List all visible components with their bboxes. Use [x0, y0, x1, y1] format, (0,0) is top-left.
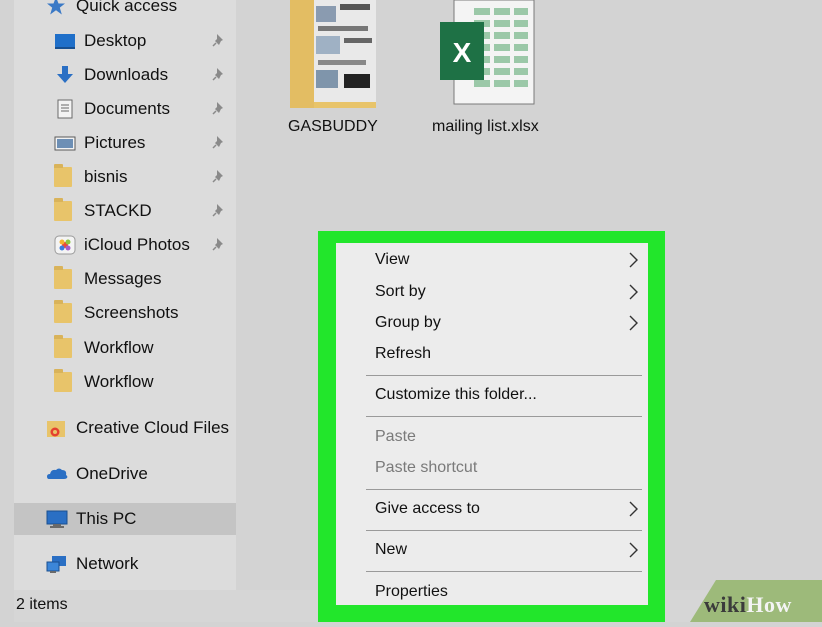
folder-icon: [54, 198, 72, 221]
excel-file-icon: X: [434, 0, 540, 106]
menu-item-group-by[interactable]: Group by: [375, 314, 441, 332]
sidebar-item-downloads[interactable]: Downloads: [14, 59, 272, 91]
pin-icon[interactable]: [212, 202, 226, 218]
pin-icon[interactable]: [212, 236, 226, 252]
desktop-icon: [54, 31, 76, 51]
sidebar-item-bisnis[interactable]: bisnis: [14, 161, 272, 193]
downloads-icon: [54, 65, 76, 85]
pin-icon[interactable]: [212, 100, 226, 116]
nav-label: bisnis: [84, 167, 128, 186]
sidebar-item-documents[interactable]: Documents: [14, 93, 272, 125]
menu-item-paste-shortcut[interactable]: Paste shortcut: [375, 459, 477, 477]
menu-separator: [366, 416, 642, 417]
pin-icon[interactable]: [212, 168, 226, 184]
nav-label: Downloads: [84, 65, 169, 84]
sidebar-item-screenshots[interactable]: Screenshots: [14, 297, 272, 329]
nav-label: Network: [76, 554, 139, 573]
navigation-pane: Quick access Desktop Downloads Documents…: [14, 0, 264, 590]
sidebar-item-icloud-photos[interactable]: iCloud Photos: [14, 229, 272, 261]
nav-label: Messages: [84, 269, 162, 288]
nav-label: OneDrive: [76, 464, 148, 483]
nav-label: Pictures: [84, 133, 146, 152]
menu-item-sort-by[interactable]: Sort by: [375, 283, 426, 301]
menu-separator: [366, 489, 642, 490]
file-item-gasbuddy[interactable]: GASBUDDY: [284, 0, 384, 140]
chevron-right-icon: [628, 501, 638, 517]
documents-icon: [54, 99, 76, 119]
sidebar-item-creative-cloud[interactable]: Creative Cloud Files: [14, 412, 264, 444]
sidebar-item-network[interactable]: Network: [14, 548, 264, 580]
chevron-right-icon: [628, 252, 638, 268]
sidebar-item-messages[interactable]: Messages: [14, 263, 272, 295]
menu-item-refresh[interactable]: Refresh: [375, 345, 431, 363]
nav-label: Workflow: [84, 338, 154, 357]
pin-icon[interactable]: [212, 134, 226, 150]
sidebar-item-this-pc[interactable]: This PC: [14, 503, 264, 535]
star-icon: [46, 0, 68, 16]
network-icon: [46, 554, 68, 574]
nav-label: Creative Cloud Files: [76, 418, 230, 437]
chevron-right-icon: [628, 284, 638, 300]
sidebar-item-stackd[interactable]: STACKD: [14, 195, 272, 227]
pin-icon[interactable]: [212, 32, 226, 48]
wikihow-watermark: wikiHow: [676, 578, 822, 622]
menu-item-properties[interactable]: Properties: [375, 583, 448, 601]
nav-label: Workflow: [84, 372, 154, 391]
nav-label: Quick access: [76, 0, 178, 15]
sidebar-item-desktop[interactable]: Desktop: [14, 25, 272, 57]
computer-icon: [46, 509, 68, 529]
folder-icon: [54, 335, 72, 358]
chevron-right-icon: [628, 315, 638, 331]
nav-label: Desktop: [84, 31, 147, 50]
folder-with-thumbnail-icon: [288, 0, 380, 108]
icloud-photos-icon: [54, 235, 76, 255]
file-name: mailing list.xlsx: [432, 118, 539, 135]
sidebar-item-workflow-2[interactable]: Workflow: [14, 366, 272, 398]
pictures-icon: [54, 133, 76, 153]
menu-separator: [366, 530, 642, 531]
nav-quick-access[interactable]: Quick access: [14, 0, 264, 22]
status-item-count: 2 items: [16, 596, 68, 613]
chevron-right-icon: [628, 542, 638, 558]
sidebar-item-pictures[interactable]: Pictures: [14, 127, 272, 159]
creative-cloud-icon: [46, 418, 68, 438]
menu-separator: [366, 375, 642, 376]
nav-label: This PC: [76, 509, 137, 528]
nav-label: iCloud Photos: [84, 235, 190, 254]
watermark-wiki: wiki: [704, 592, 747, 617]
folder-icon: [54, 164, 72, 187]
menu-item-customize-folder[interactable]: Customize this folder...: [375, 386, 537, 404]
file-name: GASBUDDY: [288, 118, 378, 135]
svg-text:X: X: [453, 37, 472, 68]
folder-icon: [54, 266, 72, 289]
watermark-how: How: [746, 592, 792, 617]
nav-label: STACKD: [84, 201, 152, 220]
menu-item-view[interactable]: View: [375, 251, 409, 269]
folder-icon: [54, 369, 72, 392]
sidebar-item-onedrive[interactable]: OneDrive: [14, 458, 264, 490]
onedrive-icon: [46, 464, 68, 484]
menu-separator: [366, 571, 642, 572]
file-item-mailing-list[interactable]: X mailing list.xlsx: [428, 0, 558, 140]
nav-label: Screenshots: [84, 303, 179, 322]
menu-item-paste[interactable]: Paste: [375, 428, 416, 446]
context-menu: View Sort by Group by Refresh Customize …: [336, 243, 648, 605]
sidebar-item-workflow[interactable]: Workflow: [14, 332, 272, 364]
nav-label: Documents: [84, 99, 170, 118]
folder-icon: [54, 300, 72, 323]
menu-item-new[interactable]: New: [375, 541, 407, 559]
menu-item-give-access[interactable]: Give access to: [375, 500, 480, 518]
pin-icon[interactable]: [212, 66, 226, 82]
